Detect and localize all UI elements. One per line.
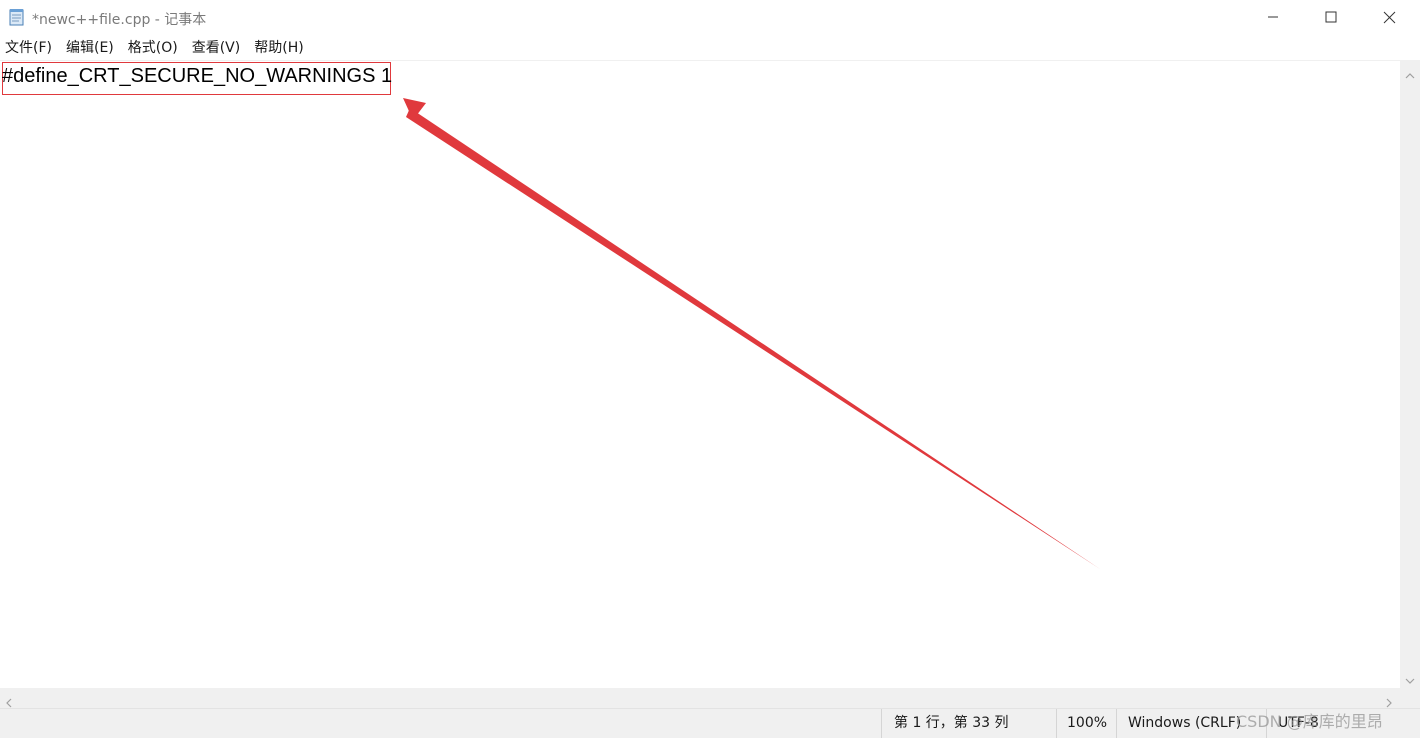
cursor-position: 第 1 行，第 33 列 [881, 709, 1056, 738]
text-editor-area[interactable]: #define_CRT_SECURE_NO_WARNINGS 1 [0, 60, 1400, 689]
scrollbar-corner [1400, 688, 1420, 708]
scroll-left-icon[interactable] [4, 693, 14, 708]
menu-help[interactable]: 帮助(H) [248, 36, 309, 60]
menu-edit[interactable]: 编辑(E) [60, 36, 120, 60]
minimize-button[interactable] [1244, 0, 1302, 34]
title-bar: *newc++file.cpp - 记事本 [0, 0, 1420, 36]
editor-text-line: #define_CRT_SECURE_NO_WARNINGS 1 [2, 65, 393, 87]
notepad-icon[interactable] [8, 8, 26, 26]
menu-view[interactable]: 查看(V) [186, 36, 247, 60]
close-icon [1383, 11, 1396, 24]
scroll-right-icon[interactable] [1384, 693, 1394, 708]
zoom-level: 100% [1056, 709, 1116, 738]
window-title: *newc++file.cpp - 记事本 [32, 12, 207, 28]
scroll-up-icon[interactable] [1405, 66, 1415, 79]
close-button[interactable] [1360, 0, 1418, 34]
scroll-down-icon[interactable] [1405, 671, 1415, 684]
maximize-button[interactable] [1302, 0, 1360, 34]
horizontal-scrollbar[interactable] [0, 688, 1400, 708]
menu-file[interactable]: 文件(F) [0, 36, 58, 60]
vertical-scrollbar[interactable] [1400, 60, 1420, 688]
maximize-icon [1325, 11, 1337, 23]
menu-format[interactable]: 格式(O) [122, 36, 184, 60]
minimize-icon [1267, 11, 1279, 23]
status-bar: 第 1 行，第 33 列 100% Windows (CRLF) UTF-8 [0, 708, 1420, 738]
watermark: CSDN @库库的里昂 [1236, 712, 1383, 731]
menu-bar: 文件(F) 编辑(E) 格式(O) 查看(V) 帮助(H) [0, 36, 1420, 60]
